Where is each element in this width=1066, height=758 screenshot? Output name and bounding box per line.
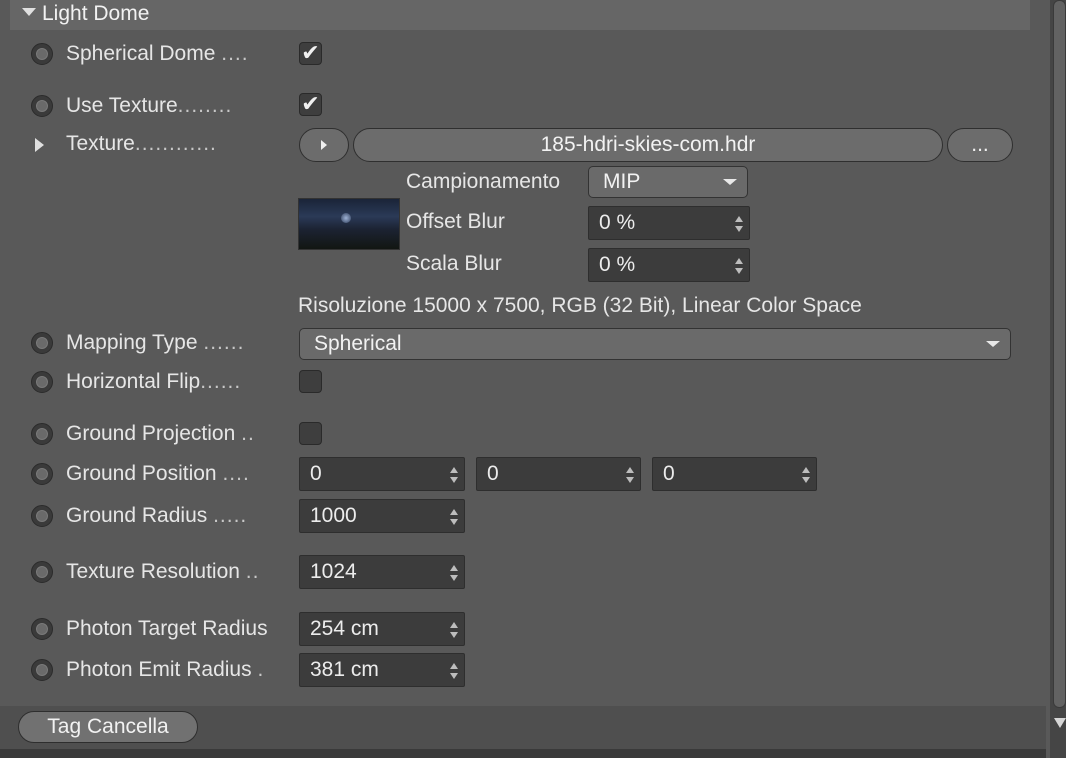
- stepper-arrows-icon[interactable]: [450, 622, 458, 638]
- animate-radio-horizontal-flip[interactable]: [31, 371, 53, 393]
- play-triangle-icon: [321, 140, 327, 151]
- stepper-arrows-icon[interactable]: [450, 467, 458, 483]
- use-texture-label: Use Texture........: [66, 94, 233, 117]
- stepper-arrows-icon[interactable]: [626, 467, 634, 483]
- photon-emit-radius-value: 381 cm: [310, 658, 379, 681]
- tag-cancella-button[interactable]: Tag Cancella: [18, 711, 198, 743]
- ground-position-x-value: 0: [310, 462, 322, 485]
- ground-projection-checkbox[interactable]: [299, 422, 322, 445]
- texture-resolution-label: Texture Resolution ..: [66, 560, 260, 583]
- animate-radio-mapping-type[interactable]: [31, 332, 53, 354]
- campionamento-label: Campionamento: [406, 170, 561, 193]
- texture-label: Texture............: [66, 132, 217, 155]
- photon-emit-radius-field[interactable]: 381 cm: [299, 653, 465, 687]
- animate-radio-photon-target-radius[interactable]: [31, 618, 53, 640]
- offset-blur-field[interactable]: 0 %: [588, 206, 750, 240]
- mapping-type-label: Mapping Type ......: [66, 331, 245, 354]
- animate-radio-ground-position[interactable]: [31, 463, 53, 485]
- ground-position-label: Ground Position ....: [66, 462, 250, 485]
- scroll-down-arrow-icon[interactable]: [1054, 718, 1066, 728]
- texture-resolution-value: 1024: [310, 560, 357, 583]
- offset-blur-label: Offset Blur: [406, 210, 505, 233]
- collapse-triangle-icon[interactable]: [22, 8, 36, 16]
- texture-browse-button[interactable]: ...: [947, 128, 1013, 162]
- checkmark-icon: ✔: [301, 40, 320, 65]
- stepper-arrows-icon[interactable]: [735, 216, 743, 232]
- scala-blur-value: 0 %: [599, 253, 636, 276]
- photon-target-radius-label: Photon Target Radius: [66, 617, 268, 640]
- ground-position-x-field[interactable]: 0: [299, 457, 465, 491]
- ground-position-y-value: 0: [487, 462, 499, 485]
- photon-emit-radius-label: Photon Emit Radius .: [66, 658, 265, 681]
- campionamento-dropdown[interactable]: MIP: [588, 166, 748, 198]
- horizontal-flip-checkbox[interactable]: [299, 370, 322, 393]
- ground-radius-field[interactable]: 1000: [299, 499, 465, 533]
- ground-position-y-field[interactable]: 0: [476, 457, 641, 491]
- use-texture-checkbox[interactable]: ✔: [299, 93, 322, 116]
- chevron-down-icon: [986, 341, 1000, 347]
- ground-radius-label: Ground Radius .....: [66, 504, 248, 527]
- stepper-arrows-icon[interactable]: [450, 565, 458, 581]
- scrollbar-thumb[interactable]: [1053, 0, 1066, 708]
- scala-blur-field[interactable]: 0 %: [588, 248, 750, 282]
- ground-radius-value: 1000: [310, 504, 357, 527]
- resolution-info-text: Risoluzione 15000 x 7500, RGB (32 Bit), …: [298, 294, 862, 317]
- footer-divider: [0, 749, 1046, 758]
- stepper-arrows-icon[interactable]: [450, 663, 458, 679]
- photon-target-radius-value: 254 cm: [310, 617, 379, 640]
- texture-filename-field[interactable]: 185-hdri-skies-com.hdr: [353, 128, 943, 162]
- animate-radio-ground-projection[interactable]: [31, 423, 53, 445]
- animate-radio-photon-emit-radius[interactable]: [31, 659, 53, 681]
- stepper-arrows-icon[interactable]: [735, 258, 743, 274]
- scala-blur-label: Scala Blur: [406, 252, 502, 275]
- section-header[interactable]: Light Dome: [10, 0, 1030, 30]
- mapping-type-dropdown[interactable]: Spherical: [299, 328, 1011, 360]
- checkmark-icon: ✔: [301, 91, 320, 116]
- expand-triangle-icon[interactable]: [35, 138, 44, 152]
- horizontal-flip-label: Horizontal Flip......: [66, 370, 242, 393]
- animate-radio-spherical-dome[interactable]: [31, 43, 53, 65]
- texture-menu-button[interactable]: [299, 128, 349, 162]
- campionamento-value: MIP: [603, 170, 641, 193]
- spherical-dome-checkbox[interactable]: ✔: [299, 42, 322, 65]
- ground-position-z-field[interactable]: 0: [652, 457, 817, 491]
- texture-resolution-field[interactable]: 1024: [299, 555, 465, 589]
- offset-blur-value: 0 %: [599, 211, 636, 234]
- stepper-arrows-icon[interactable]: [802, 467, 810, 483]
- animate-radio-ground-radius[interactable]: [31, 505, 53, 527]
- stepper-arrows-icon[interactable]: [450, 509, 458, 525]
- spherical-dome-label: Spherical Dome ....: [66, 42, 249, 65]
- ground-projection-label: Ground Projection ..: [66, 422, 255, 445]
- photon-target-radius-field[interactable]: 254 cm: [299, 612, 465, 646]
- section-title: Light Dome: [42, 2, 150, 25]
- chevron-down-icon: [723, 179, 737, 185]
- animate-radio-texture-resolution[interactable]: [31, 561, 53, 583]
- mapping-type-value: Spherical: [314, 332, 402, 355]
- texture-preview-thumbnail: [298, 198, 400, 250]
- ground-position-z-value: 0: [663, 462, 675, 485]
- animate-radio-use-texture[interactable]: [31, 95, 53, 117]
